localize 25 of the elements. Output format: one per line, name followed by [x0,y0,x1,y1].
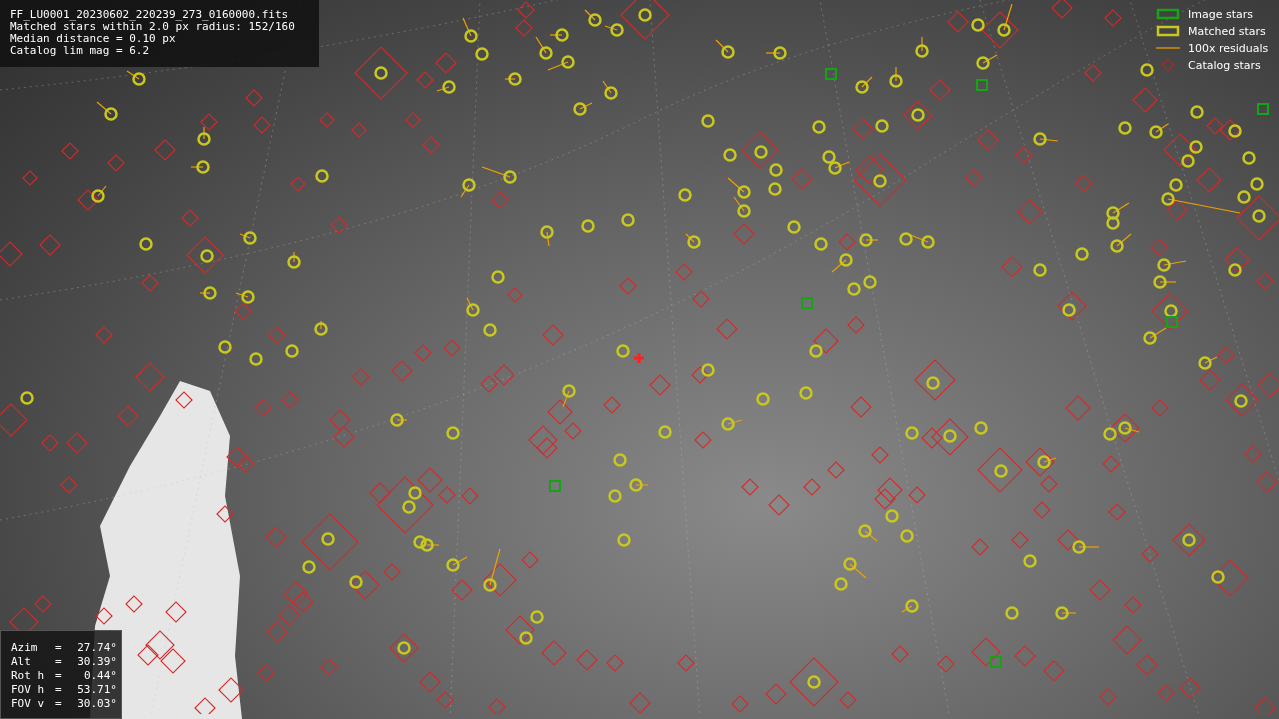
pointing-value: 0.44° [82,669,117,683]
legend-label: Catalog stars [1188,57,1261,73]
pointing-label: Rot h [11,669,46,683]
pointing-label: Alt [11,655,32,669]
info-line: FF_LU0001_20230602_220239_273_0160000.fits [10,9,290,21]
pointing-value: 27.74° [76,641,117,655]
pointing-label: Azim [11,641,39,655]
legend-label: Image stars [1188,6,1253,22]
equals-sign: = [55,683,63,697]
pointing-label: FOV v [11,697,46,711]
legend-label: 100x residuals [1188,40,1269,56]
info-line: Catalog lim mag = 6.2 [10,45,151,57]
equals-sign: = [55,641,63,655]
pointing-value: 30.39° [76,655,117,669]
info-line: Matched stars within 2.0 px radius: 152/160 [10,21,296,33]
legend-label: Matched stars [1188,23,1266,39]
pointing-value: 30.03° [76,697,117,711]
matched-legend-icon [1156,23,1180,39]
pointing-label: FOV h [11,683,46,697]
equals-sign: = [55,655,63,669]
info-line: Median distance = 0.10 px [10,33,177,45]
equals-sign: = [55,669,63,683]
pointing-value: 53.71° [76,683,117,697]
equals-sign: = [55,697,63,711]
image-legend-icon [1156,6,1180,22]
